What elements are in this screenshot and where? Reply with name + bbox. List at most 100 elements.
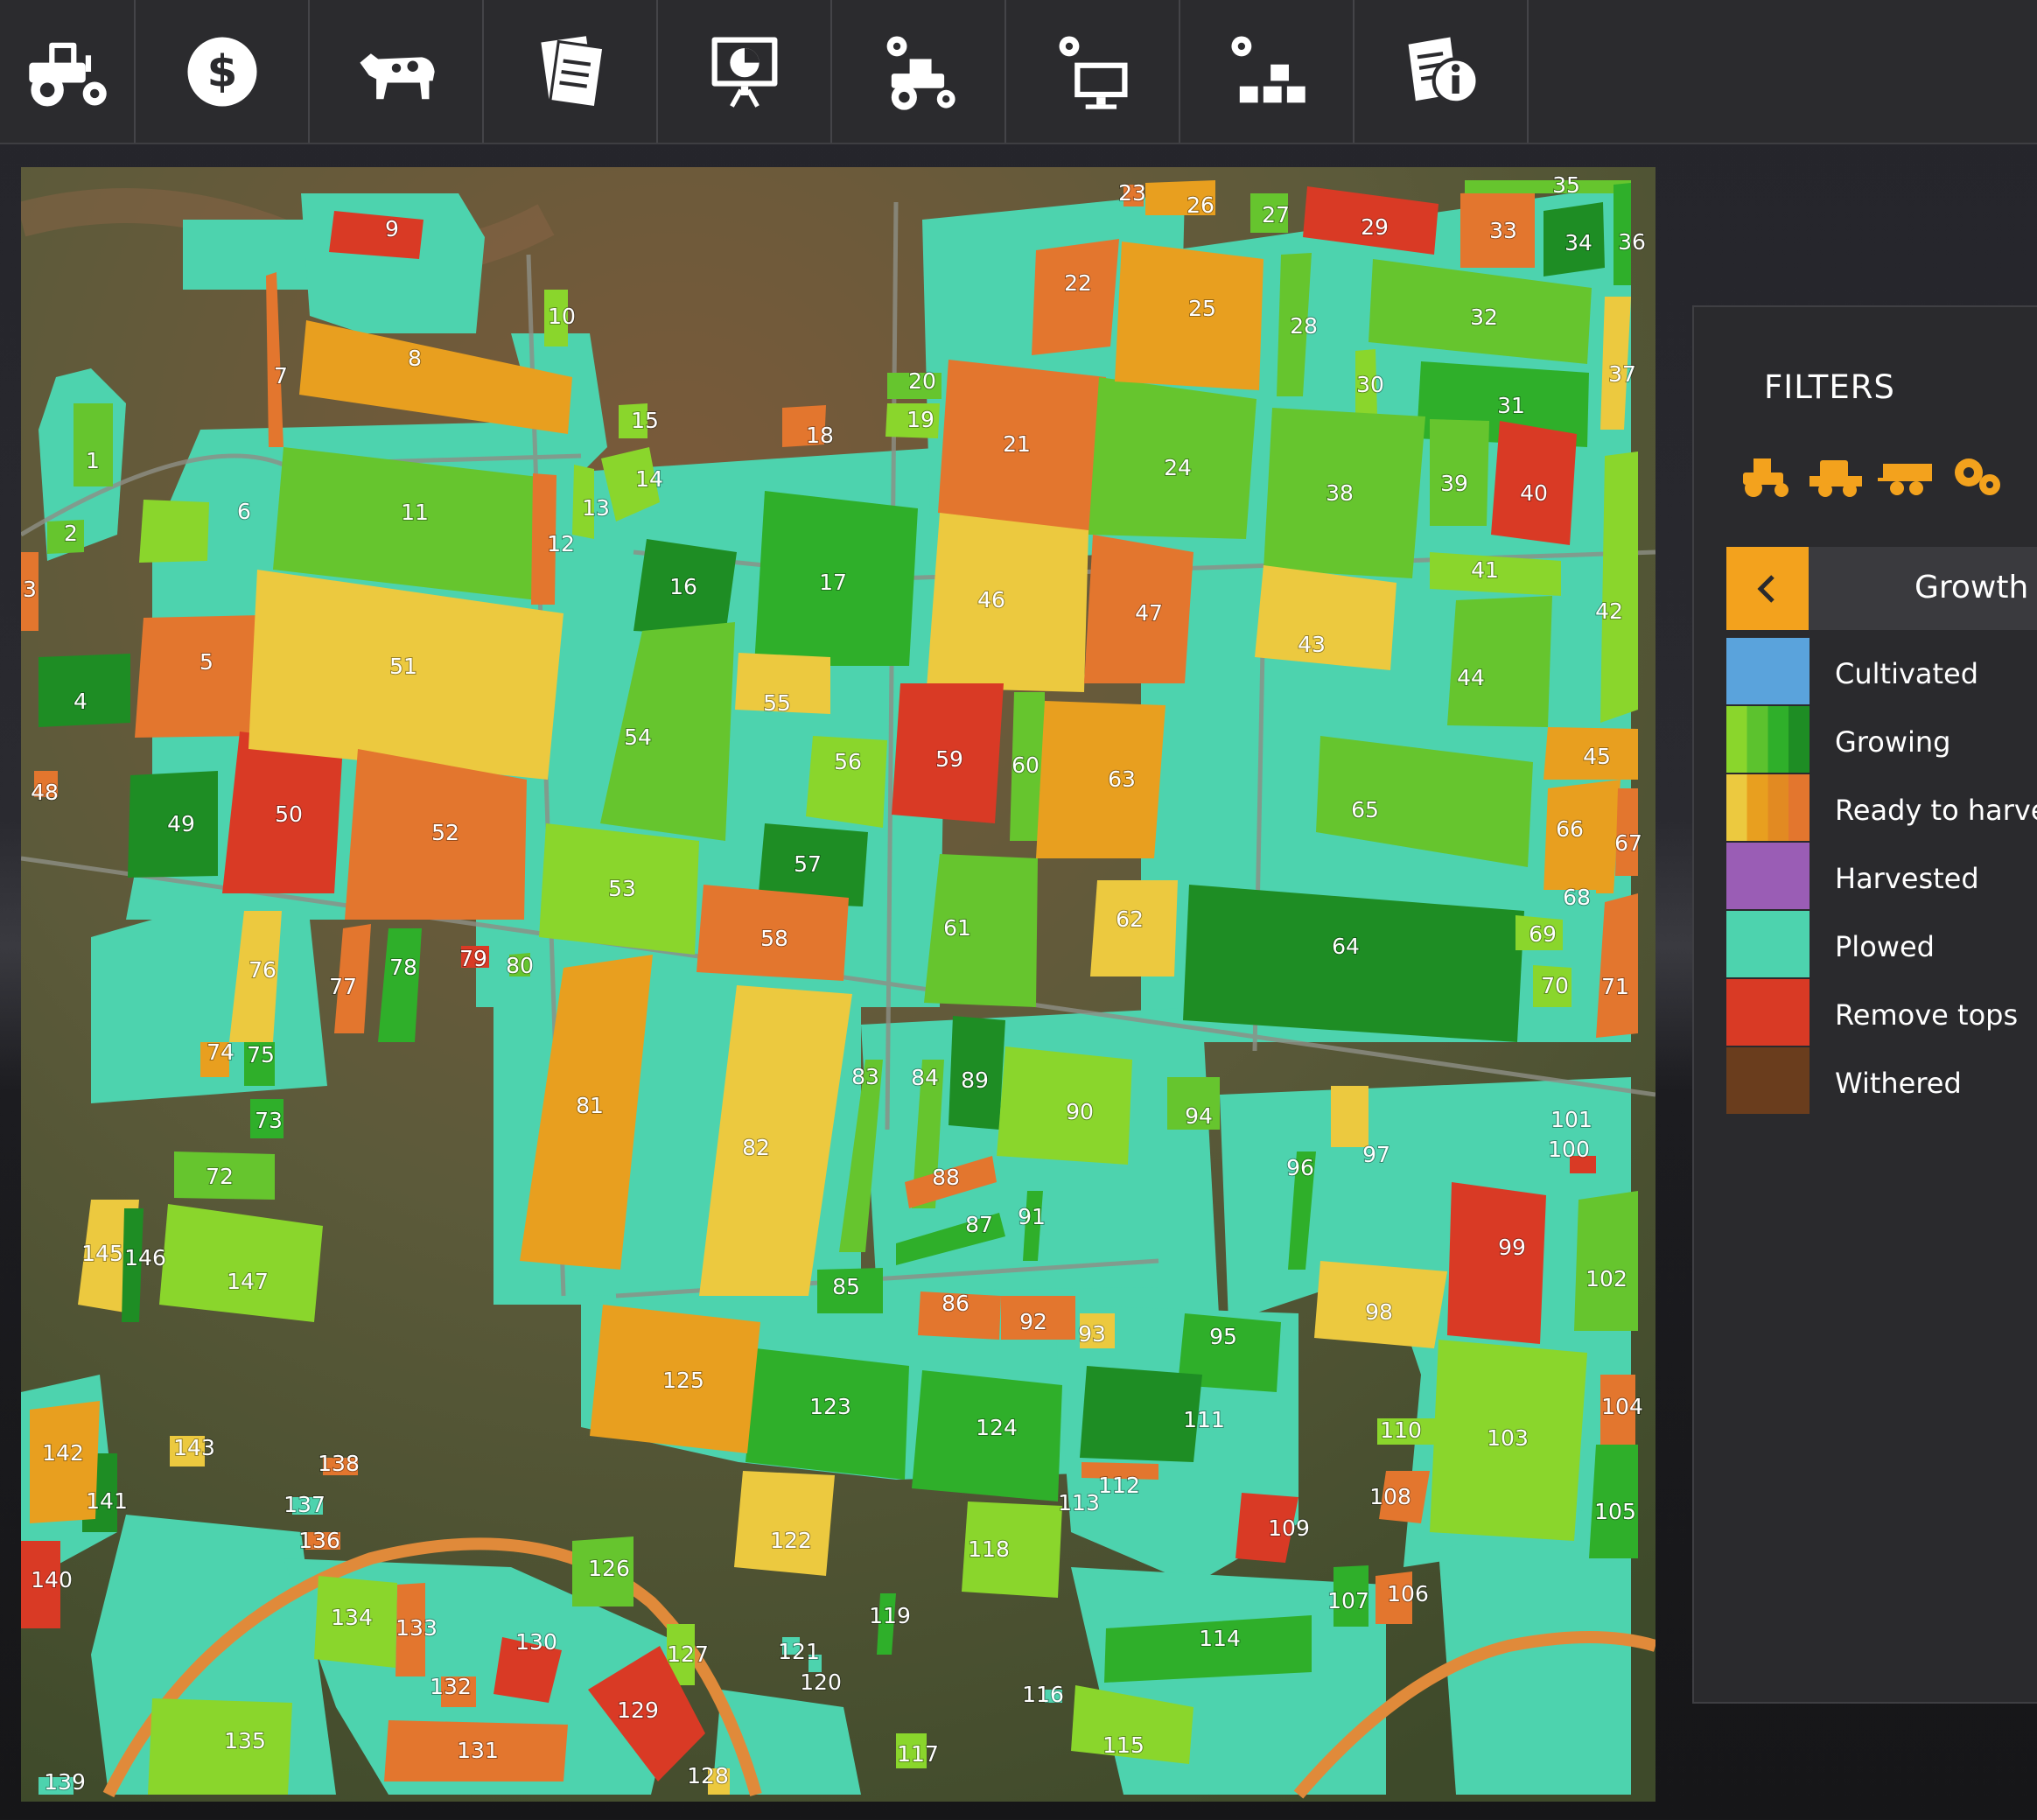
tractor-icon: [28, 42, 107, 107]
legend-swatch: [1726, 774, 1810, 841]
field-label: 130: [515, 1629, 557, 1655]
field-label: 25: [1188, 296, 1216, 321]
field-label: 117: [897, 1741, 939, 1767]
legend-label: Cultivated: [1835, 657, 1979, 690]
field-label: 120: [800, 1670, 842, 1695]
legend-label: Harvested: [1835, 862, 1979, 895]
field-122[interactable]: [734, 1471, 835, 1576]
field-44[interactable]: [1447, 596, 1552, 727]
field-label: 6: [237, 499, 251, 524]
field-61[interactable]: [924, 854, 1038, 1007]
field-102[interactable]: [1574, 1191, 1638, 1331]
field-label: 57: [794, 851, 822, 877]
field-label: 29: [1361, 214, 1389, 240]
legend-swatch: [1726, 1047, 1810, 1114]
growth-title: Growth: [1914, 570, 2029, 606]
animals-tab[interactable]: [310, 0, 484, 143]
harvester-filter-icon[interactable]: [1808, 452, 1866, 500]
field-label: 63: [1108, 766, 1136, 792]
field-label: 132: [430, 1674, 472, 1699]
finances-tab[interactable]: $: [136, 0, 310, 143]
legend-label: Plowed: [1835, 930, 1935, 963]
field-63[interactable]: [1036, 701, 1166, 858]
field-label: 101: [1550, 1107, 1592, 1132]
more-filter-icon[interactable]: [2018, 452, 2037, 500]
field-35[interactable]: [1465, 180, 1631, 193]
field-22[interactable]: [1032, 239, 1119, 355]
field-5[interactable]: [135, 615, 262, 738]
field-label: 2: [64, 521, 78, 546]
legend-row[interactable]: Withered: [1726, 1047, 2037, 1114]
field-97[interactable]: [1331, 1086, 1368, 1147]
legend-row[interactable]: Plowed: [1726, 911, 2037, 977]
field-label: 60: [1012, 752, 1040, 778]
field-label: 129: [617, 1698, 659, 1723]
tractor-filter-icon[interactable]: [1738, 452, 1796, 500]
field-label: 140: [31, 1567, 73, 1592]
help-tab[interactable]: [1354, 0, 1529, 143]
general-settings-tab[interactable]: [1006, 0, 1180, 143]
field-label: 65: [1351, 797, 1379, 822]
blocks-gear-icon: [1230, 35, 1306, 102]
field-label: 12: [547, 531, 575, 556]
field-label: 3: [23, 577, 37, 602]
legend-row[interactable]: Growing: [1726, 706, 2037, 773]
field-label: 54: [624, 724, 652, 750]
statistics-tab[interactable]: [658, 0, 832, 143]
field-6[interactable]: [139, 500, 209, 563]
field-label: 37: [1608, 361, 1636, 387]
legend-label: Remove tops: [1835, 998, 2019, 1032]
field-label: 22: [1064, 270, 1092, 296]
field-label: 7: [274, 363, 288, 388]
field-label: 145: [81, 1241, 123, 1266]
legend-row[interactable]: Harvested: [1726, 843, 2037, 909]
top-menu-bar: $: [0, 0, 2037, 144]
field-64[interactable]: [1183, 885, 1524, 1042]
filters-title: FILTERS: [1764, 368, 1895, 406]
field-label: 74: [206, 1040, 234, 1065]
tractor-gear-icon: [886, 35, 956, 110]
field-label: 77: [329, 974, 357, 999]
field-label: 97: [1362, 1142, 1390, 1167]
field-135[interactable]: [148, 1698, 292, 1795]
field-90[interactable]: [997, 1046, 1132, 1165]
production-tab[interactable]: [1180, 0, 1354, 143]
contracts-tab[interactable]: [484, 0, 658, 143]
legend-row[interactable]: Cultivated: [1726, 638, 2037, 704]
vehicles-tab[interactable]: [0, 0, 136, 143]
field-label: 15: [631, 408, 659, 433]
field-label: 124: [976, 1415, 1018, 1440]
field-42[interactable]: [1600, 452, 1638, 723]
field-label: 105: [1594, 1499, 1636, 1524]
field-label: 137: [284, 1492, 326, 1517]
field-label: 141: [86, 1488, 128, 1514]
field-label: 100: [1548, 1137, 1590, 1162]
field-1[interactable]: [74, 403, 113, 486]
field-label: 128: [687, 1763, 729, 1788]
field-map[interactable]: 1 2 3 4 5 6 7 8 9 10 11 12 13 14 15 16 17 18 19 20 21 22 23 24 2…: [21, 167, 1656, 1802]
vehicle-settings-tab[interactable]: [832, 0, 1006, 143]
field-label: 99: [1498, 1235, 1526, 1260]
trailer-filter-icon[interactable]: [1878, 452, 1936, 500]
legend-label: Growing: [1835, 725, 1951, 759]
field-label: 23: [1118, 180, 1146, 206]
legend-label: Ready to harvest: [1835, 794, 2037, 827]
legend-row[interactable]: Remove tops: [1726, 979, 2037, 1046]
info-document-icon: [1408, 36, 1480, 104]
field-label: 40: [1520, 480, 1548, 506]
svg-text:$: $: [206, 46, 237, 96]
field-46[interactable]: [927, 513, 1088, 692]
field-label: 11: [401, 500, 429, 525]
field-43[interactable]: [1255, 565, 1396, 670]
field-99[interactable]: [1447, 1182, 1546, 1344]
field-label: 13: [582, 495, 610, 521]
legend-row[interactable]: Ready to harvest: [1726, 774, 2037, 841]
back-button[interactable]: [1726, 547, 1809, 630]
field-label: 56: [834, 749, 862, 774]
map-canvas[interactable]: 12345678910111213141516 17181920212223242…: [21, 167, 1656, 1802]
field-label: 80: [506, 953, 534, 978]
gears-filter-icon[interactable]: [1948, 452, 2006, 500]
field-label: 75: [247, 1042, 275, 1068]
legend-swatch: [1726, 979, 1810, 1046]
field-label: 125: [662, 1368, 704, 1393]
